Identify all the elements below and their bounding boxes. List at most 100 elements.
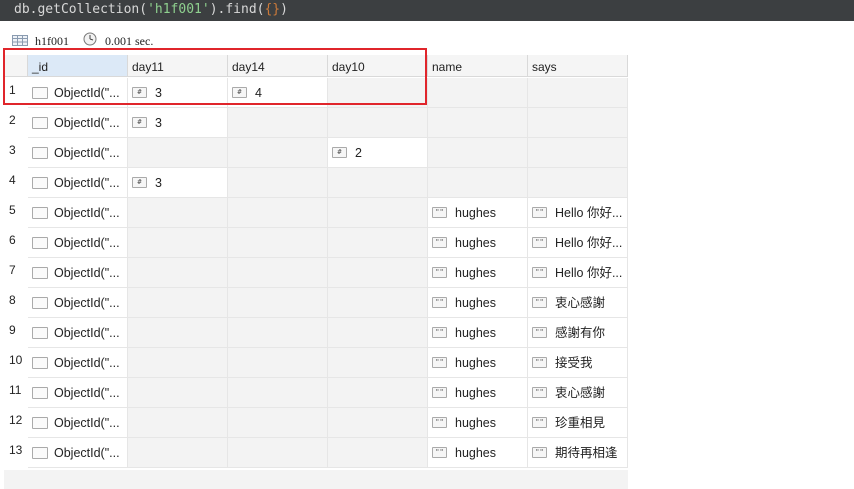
cell-day14[interactable]	[228, 198, 328, 228]
cell-says[interactable]: "" Hello 你好...	[528, 228, 628, 258]
cell-name[interactable]: "" hughes	[428, 258, 528, 288]
cell-day11[interactable]	[128, 258, 228, 288]
cell-day14[interactable]	[228, 408, 328, 438]
cell-day10[interactable]	[328, 288, 428, 318]
cell-name[interactable]: "" hughes	[428, 438, 528, 468]
table-row[interactable]: 2 ObjectId("... #3	[4, 108, 628, 138]
query-text[interactable]: db.getCollection('h1f001').find({})	[14, 1, 288, 19]
cell-day11[interactable]	[128, 228, 228, 258]
cell-day10[interactable]	[328, 198, 428, 228]
cell-id[interactable]: ObjectId("...	[28, 108, 128, 138]
cell-name[interactable]: "" hughes	[428, 408, 528, 438]
cell-day11[interactable]: #3	[128, 108, 228, 138]
cell-says[interactable]: "" 接受我	[528, 348, 628, 378]
table-row[interactable]: 8 ObjectId("... "" hughes "" 衷心感謝	[4, 288, 628, 318]
cell-day10[interactable]	[328, 78, 428, 108]
cell-day14[interactable]	[228, 348, 328, 378]
column-header-id[interactable]: _id	[28, 55, 128, 77]
cell-says[interactable]: "" 衷心感謝	[528, 288, 628, 318]
table-row[interactable]: 12 ObjectId("... "" hughes "" 珍重相見	[4, 408, 628, 438]
cell-day11[interactable]	[128, 318, 228, 348]
table-row[interactable]: 5 ObjectId("... "" hughes "" Hello 你好...	[4, 198, 628, 228]
cell-says[interactable]	[528, 78, 628, 108]
cell-id[interactable]: ObjectId("...	[28, 228, 128, 258]
table-row[interactable]: 13 ObjectId("... "" hughes "" 期待再相逢	[4, 438, 628, 468]
table-row[interactable]: 3 ObjectId("... #2	[4, 138, 628, 168]
cell-day14[interactable]	[228, 288, 328, 318]
query-bar[interactable]: db.getCollection('h1f001').find({})	[0, 0, 854, 21]
cell-id[interactable]: ObjectId("...	[28, 138, 128, 168]
cell-id[interactable]: ObjectId("...	[28, 168, 128, 198]
cell-day10[interactable]	[328, 378, 428, 408]
cell-day11[interactable]	[128, 138, 228, 168]
cell-id[interactable]: ObjectId("...	[28, 348, 128, 378]
table-row[interactable]: 11 ObjectId("... "" hughes "" 衷心感謝	[4, 378, 628, 408]
cell-day11[interactable]	[128, 288, 228, 318]
cell-id[interactable]: ObjectId("...	[28, 438, 128, 468]
cell-day10[interactable]	[328, 438, 428, 468]
cell-day11[interactable]	[128, 438, 228, 468]
cell-id[interactable]: ObjectId("...	[28, 318, 128, 348]
cell-name[interactable]: "" hughes	[428, 228, 528, 258]
cell-day10[interactable]	[328, 408, 428, 438]
cell-name[interactable]	[428, 108, 528, 138]
cell-name[interactable]	[428, 138, 528, 168]
table-row[interactable]: 4 ObjectId("... #3	[4, 168, 628, 198]
cell-says[interactable]: "" 珍重相見	[528, 408, 628, 438]
cell-day10[interactable]	[328, 318, 428, 348]
object-icon	[32, 206, 48, 219]
cell-says[interactable]: "" Hello 你好...	[528, 198, 628, 228]
cell-says[interactable]: "" 期待再相逢	[528, 438, 628, 468]
cell-day14[interactable]	[228, 438, 328, 468]
cell-id[interactable]: ObjectId("...	[28, 78, 128, 108]
column-header-day11[interactable]: day11	[128, 55, 228, 77]
table-row[interactable]: 9 ObjectId("... "" hughes "" 感謝有你	[4, 318, 628, 348]
cell-day11[interactable]	[128, 348, 228, 378]
cell-day11[interactable]	[128, 408, 228, 438]
cell-day11[interactable]: #3	[128, 78, 228, 108]
cell-says[interactable]: "" Hello 你好...	[528, 258, 628, 288]
column-header-says[interactable]: says	[528, 55, 628, 77]
cell-day14[interactable]	[228, 168, 328, 198]
cell-id[interactable]: ObjectId("...	[28, 258, 128, 288]
cell-day14[interactable]	[228, 258, 328, 288]
cell-day11[interactable]: #3	[128, 168, 228, 198]
cell-name[interactable]	[428, 168, 528, 198]
cell-name[interactable]: "" hughes	[428, 288, 528, 318]
cell-id[interactable]: ObjectId("...	[28, 408, 128, 438]
cell-day10[interactable]	[328, 258, 428, 288]
cell-id[interactable]: ObjectId("...	[28, 378, 128, 408]
table-row[interactable]: 10 ObjectId("... "" hughes "" 接受我	[4, 348, 628, 378]
cell-name[interactable]: "" hughes	[428, 198, 528, 228]
cell-day10[interactable]: #2	[328, 138, 428, 168]
cell-name[interactable]: "" hughes	[428, 378, 528, 408]
cell-says[interactable]	[528, 138, 628, 168]
cell-day14[interactable]	[228, 228, 328, 258]
cell-id[interactable]: ObjectId("...	[28, 288, 128, 318]
table-row[interactable]: 6 ObjectId("... "" hughes "" Hello 你好...	[4, 228, 628, 258]
cell-says[interactable]	[528, 108, 628, 138]
cell-id[interactable]: ObjectId("...	[28, 198, 128, 228]
cell-says[interactable]: "" 感謝有你	[528, 318, 628, 348]
table-row[interactable]: 1 ObjectId("... #3 #4	[4, 78, 628, 108]
cell-day10[interactable]	[328, 168, 428, 198]
table-row[interactable]: 7 ObjectId("... "" hughes "" Hello 你好...	[4, 258, 628, 288]
cell-name[interactable]	[428, 78, 528, 108]
cell-name[interactable]: "" hughes	[428, 318, 528, 348]
cell-day14[interactable]	[228, 318, 328, 348]
cell-day10[interactable]	[328, 228, 428, 258]
cell-day14[interactable]	[228, 378, 328, 408]
cell-day10[interactable]	[328, 348, 428, 378]
column-header-day14[interactable]: day14	[228, 55, 328, 77]
cell-day11[interactable]	[128, 378, 228, 408]
cell-day14[interactable]	[228, 108, 328, 138]
cell-day14[interactable]	[228, 138, 328, 168]
cell-day11[interactable]	[128, 198, 228, 228]
cell-says[interactable]	[528, 168, 628, 198]
cell-day10[interactable]	[328, 108, 428, 138]
cell-day14[interactable]: #4	[228, 78, 328, 108]
column-header-day10[interactable]: day10	[328, 55, 428, 77]
cell-name[interactable]: "" hughes	[428, 348, 528, 378]
column-header-name[interactable]: name	[428, 55, 528, 77]
cell-says[interactable]: "" 衷心感謝	[528, 378, 628, 408]
